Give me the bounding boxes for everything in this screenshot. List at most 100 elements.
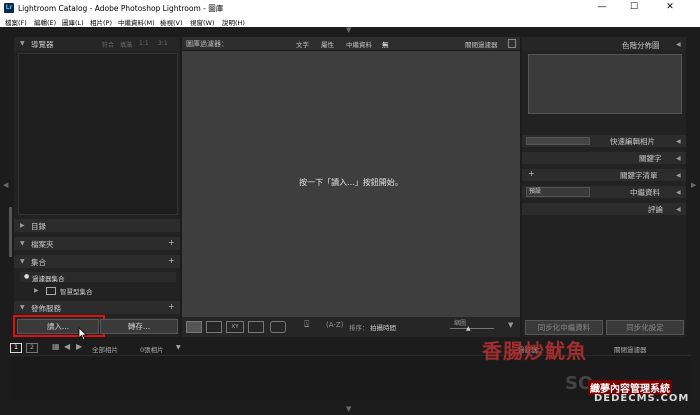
menu-file[interactable]: 檔案(F) <box>5 17 27 27</box>
nav-fill[interactable]: 填滿 <box>120 40 132 49</box>
filter-off-dropdown[interactable]: 關閉過濾器 <box>465 39 498 49</box>
collection-item-filter[interactable]: ● 過濾器集合 <box>20 272 176 283</box>
thumbnail-size-slider[interactable] <box>450 328 494 329</box>
add-publish-service-icon[interactable]: + <box>168 302 175 311</box>
add-keyword-icon[interactable]: + <box>528 169 535 178</box>
library-toolbar: XY ⍍ (A-Z) 排序： 拍攝時間 縮圖 ▲ ▼ <box>182 317 520 337</box>
folders-title: 檔案夾 <box>31 240 54 249</box>
collections-title: 集合 <box>31 258 46 267</box>
menu-library[interactable]: 圖庫(L) <box>62 17 84 27</box>
collection-item-label: 過濾器集合 <box>32 275 65 283</box>
lock-icon[interactable] <box>508 39 516 48</box>
nav-1to1[interactable]: 1:1 <box>139 40 149 47</box>
mouse-cursor-icon <box>78 327 88 341</box>
collection-item-smart[interactable]: ▶ 智慧型集合 <box>20 285 176 296</box>
sync-settings-button[interactable]: 同步化設定 <box>606 320 684 335</box>
smart-collection-icon <box>46 287 56 295</box>
export-button[interactable]: 轉存... <box>100 319 178 334</box>
close-button[interactable]: ✕ <box>656 0 684 16</box>
menu-help[interactable]: 說明(H) <box>222 17 245 27</box>
menu-edit[interactable]: 編輯(E) <box>34 17 56 27</box>
preset-mini-select[interactable] <box>526 137 590 145</box>
watermark-url: DEDECMS.COM <box>594 393 690 404</box>
library-filter-bar: 圖庫過濾器： 文字 屬性 中繼資料 無 關閉過濾器 <box>182 37 520 50</box>
collapse-triangle-icon: ▼ <box>20 40 25 47</box>
left-panel-scrollbar[interactable] <box>9 207 12 257</box>
menu-window[interactable]: 視窗(W) <box>190 17 215 27</box>
metadata-preset-dropdown[interactable]: 預設 <box>526 187 590 197</box>
menu-view[interactable]: 檢視(V) <box>160 17 183 27</box>
primary-screen-button[interactable]: 1 <box>10 343 22 353</box>
grid-view-icon[interactable] <box>186 321 202 333</box>
grid-view[interactable]: 按一下「讀入...」按鈕開始。 <box>182 51 520 335</box>
add-collection-icon[interactable]: + <box>168 256 175 265</box>
minimize-button[interactable]: — <box>588 0 616 16</box>
compare-view-icon[interactable]: XY <box>226 321 244 333</box>
collapse-triangle-icon: ◀ <box>676 41 681 48</box>
collections-header[interactable]: ▼ 集合 + <box>14 255 180 268</box>
histogram-header[interactable]: 色階分佈圖 ◀ <box>522 37 686 51</box>
collection-bullet-icon: ● <box>24 273 30 280</box>
nav-fit[interactable]: 符合 <box>102 40 114 49</box>
menu-metadata[interactable]: 中繼資料(M) <box>118 17 155 27</box>
publish-services-header[interactable]: ▼ 發佈服務 + <box>14 301 180 314</box>
expand-triangle-icon: ▶ <box>34 287 39 294</box>
add-folder-icon[interactable]: + <box>168 238 175 247</box>
nav-3to1[interactable]: 3:1 <box>158 40 168 47</box>
back-arrow-icon[interactable]: ◀ <box>64 342 70 351</box>
grid-small-icon[interactable]: ▦ <box>52 342 60 351</box>
keywording-title: 關鍵字 <box>639 154 662 163</box>
secondary-screen-button[interactable]: 2 <box>26 343 38 353</box>
publish-services-title: 發佈服務 <box>31 304 61 313</box>
navigator-preview <box>18 53 178 215</box>
sort-label: 排序： <box>349 324 369 332</box>
right-panel: 色階分佈圖 ◀ 快速編輯相片 ◀ 關鍵字 ◀ + 關鍵字清單 ◀ 預設 中繼資料… <box>522 37 686 337</box>
top-panel-toggle-icon[interactable]: ▼ <box>346 26 351 34</box>
catalog-title: 目錄 <box>31 222 46 231</box>
filter-tab-attribute[interactable]: 屬性 <box>321 39 334 49</box>
thumbnails-label: 縮圖 <box>454 320 467 327</box>
lightroom-app-icon: Lr <box>4 3 14 13</box>
forward-arrow-icon[interactable]: ▶ <box>76 342 82 351</box>
sync-metadata-button[interactable]: 同步化中繼資料 <box>525 320 603 335</box>
catalog-header[interactable]: ▶ 目錄 <box>14 219 180 232</box>
painter-icon[interactable]: ⍍ <box>304 320 309 330</box>
title-bar: Lr Lightroom Catalog - Adobe Photoshop L… <box>0 0 700 16</box>
right-panel-toggle-icon[interactable]: ▶ <box>691 181 696 189</box>
filter-tab-none[interactable]: 無 <box>382 39 389 49</box>
metadata-header[interactable]: 預設 中繼資料 ◀ <box>522 186 686 198</box>
expand-triangle-icon: ◀ <box>676 189 681 196</box>
keyword-list-header[interactable]: + 關鍵字清單 ◀ <box>522 169 686 181</box>
navigator-header[interactable]: ▼ 導覽器 符合 填滿 1:1 3:1 <box>14 37 180 51</box>
bottom-panel-toggle-icon[interactable]: ▼ <box>346 405 351 413</box>
survey-view-icon[interactable] <box>248 321 264 333</box>
folders-header[interactable]: ▼ 檔案夾 + <box>14 237 180 250</box>
filmstrip-bar: 1 2 ▦ ◀ ▶ 全部相片 0張相片 ▼ 過濾器： 關閉過濾器 <box>8 342 692 354</box>
filter-tab-metadata[interactable]: 中繼資料 <box>346 39 372 49</box>
lightroom-workspace: ▼ ◀ ▶ ▼ 導覽器 符合 填滿 1:1 3:1 ▶ 目錄 ▼ 檔案夾 + ▼… <box>0 26 700 415</box>
menu-photo[interactable]: 相片(P) <box>90 17 112 27</box>
left-panel-toggle-icon[interactable]: ◀ <box>3 181 8 189</box>
watermark-brand: 香腸炒魷魚 <box>482 339 587 363</box>
filmstrip-filter-dropdown[interactable]: 關閉過濾器 <box>614 344 647 354</box>
histogram-display <box>528 54 682 114</box>
maximize-button[interactable]: ☐ <box>620 0 648 16</box>
quick-develop-title: 快速編輯相片 <box>610 137 655 146</box>
slider-handle-icon[interactable]: ▲ <box>466 325 471 332</box>
sort-direction-icon[interactable]: (A-Z) <box>326 321 343 329</box>
quick-develop-header[interactable]: 快速編輯相片 ◀ <box>522 135 686 147</box>
loupe-view-icon[interactable] <box>206 321 222 333</box>
collapse-triangle-icon: ▼ <box>20 240 25 247</box>
left-panel: ▼ 導覽器 符合 填滿 1:1 3:1 ▶ 目錄 ▼ 檔案夾 + ▼ 集合 + <box>9 37 180 337</box>
dropdown-arrow-icon[interactable]: ▼ <box>176 344 181 351</box>
expand-triangle-icon: ▶ <box>20 222 25 229</box>
comments-header[interactable]: 評論 ◀ <box>522 203 686 215</box>
window-title: Lightroom Catalog - Adobe Photoshop Ligh… <box>18 4 224 13</box>
keywording-header[interactable]: 關鍵字 ◀ <box>522 152 686 164</box>
filmstrip-source[interactable]: 全部相片 <box>92 344 118 354</box>
expand-triangle-icon: ◀ <box>676 155 681 162</box>
filter-tab-text[interactable]: 文字 <box>296 39 309 49</box>
toolbar-menu-icon[interactable]: ▼ <box>508 321 513 329</box>
sort-dropdown[interactable]: 拍攝時間 <box>370 322 396 332</box>
people-view-icon[interactable] <box>270 321 286 333</box>
